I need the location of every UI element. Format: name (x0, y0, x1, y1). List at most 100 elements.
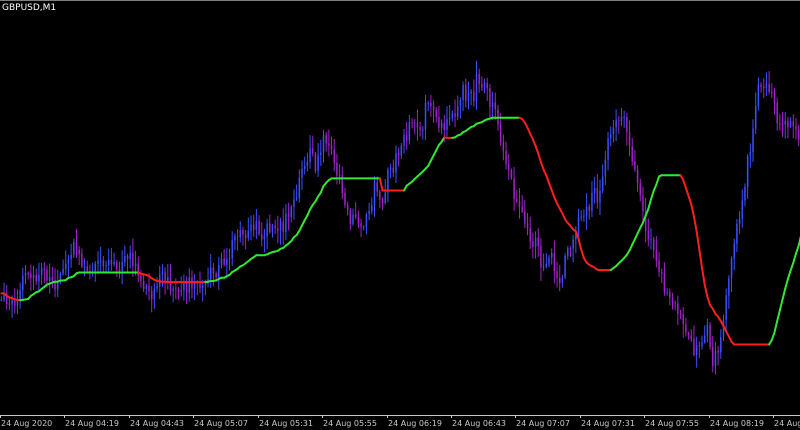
trend-segment (650, 189, 655, 201)
candle-body (609, 134, 612, 139)
candle-body (215, 273, 217, 278)
time-axis-tick (515, 415, 516, 418)
candle-body (787, 120, 789, 127)
candle-body (118, 269, 121, 271)
candle-body (561, 276, 564, 283)
candle-body (473, 91, 475, 102)
candle-body (24, 272, 27, 276)
candle-body (564, 256, 566, 277)
candle-body (129, 252, 131, 259)
time-axis-label: 24 Aug 05:31 (259, 419, 313, 428)
candle-body (148, 285, 150, 291)
candle-body (234, 236, 236, 241)
candle-body (451, 113, 454, 119)
candle-body (744, 186, 746, 201)
candle-body (153, 288, 156, 300)
candle-body (567, 247, 569, 257)
trend-segment (537, 152, 542, 164)
candle-body (188, 277, 191, 293)
candle-body (242, 229, 244, 235)
candle-body (456, 106, 459, 117)
candle-body (516, 198, 518, 202)
candle-body (674, 302, 676, 304)
trend-segment (319, 185, 325, 194)
trend-segment (539, 161, 545, 171)
candle-body (30, 273, 32, 279)
candle-body (593, 188, 596, 193)
candle-body (714, 350, 717, 366)
candle-body (462, 85, 464, 101)
chart-window[interactable]: GBPUSD,M1 24 Aug 2020 24 Aug 04:19 24 Aug … (0, 0, 800, 430)
candle-body (271, 225, 274, 233)
candle-body (134, 263, 137, 267)
time-axis-tick (322, 415, 323, 418)
candle-body (124, 256, 126, 263)
candle-body (550, 253, 553, 258)
candle-body (634, 161, 636, 170)
candle-body (695, 345, 698, 355)
candle-body (615, 120, 617, 128)
candle-body (448, 118, 451, 120)
candle-body (529, 228, 531, 242)
candle-body (0, 299, 3, 301)
candle-body (537, 237, 540, 246)
candle-body (145, 285, 148, 289)
candle-body (572, 239, 574, 249)
candle-body (558, 278, 561, 283)
candle-body (368, 210, 370, 215)
candle-body (467, 93, 470, 101)
candle-body (416, 123, 419, 128)
candle-body (185, 282, 188, 293)
candle-body (35, 274, 37, 282)
time-axis-tick (258, 415, 259, 418)
candle-body (679, 313, 682, 315)
candle-body (789, 121, 792, 127)
candle-body (51, 277, 54, 281)
candle-body (274, 225, 276, 229)
candle-body (701, 342, 703, 347)
candle-body (19, 290, 21, 301)
candle-body (607, 138, 609, 160)
candle-body (14, 300, 16, 306)
candle-body (172, 288, 174, 291)
candle-body (703, 335, 706, 343)
trend-segment (690, 203, 695, 218)
price-chart[interactable] (0, 0, 800, 430)
candle-body (290, 206, 293, 218)
candle-body (73, 241, 75, 255)
trend-segment (580, 248, 585, 260)
candle-body (204, 283, 207, 286)
candle-body (306, 161, 309, 166)
candle-body (180, 290, 182, 292)
candle-body (650, 239, 652, 241)
candle-body (177, 289, 180, 292)
candle-body (320, 152, 322, 155)
candle-body (384, 192, 386, 203)
candle-body (768, 83, 770, 92)
candle-body (513, 178, 515, 199)
time-axis-label: 24 Aug 08:43 (774, 419, 800, 428)
candle-body (422, 129, 424, 131)
candle-body (599, 190, 601, 203)
candle-body (309, 148, 311, 162)
candle-body (223, 258, 225, 265)
candle-body (534, 237, 537, 247)
candle-body (481, 83, 483, 88)
candle-body (322, 135, 325, 153)
candle-body (465, 85, 467, 101)
candle-body (518, 201, 521, 207)
candle-body (156, 286, 158, 289)
candle-body (752, 128, 754, 152)
trend-segment (577, 237, 583, 251)
candle-body (601, 176, 604, 191)
candle-body (266, 223, 268, 236)
candle-body (749, 151, 752, 156)
candle-body (687, 332, 690, 336)
candle-body (446, 118, 448, 130)
candle-body (730, 258, 733, 279)
candle-body (408, 122, 411, 141)
candle-body (239, 229, 242, 238)
candle-body (255, 221, 258, 230)
trend-segment (655, 175, 661, 186)
candle-body (260, 234, 263, 240)
